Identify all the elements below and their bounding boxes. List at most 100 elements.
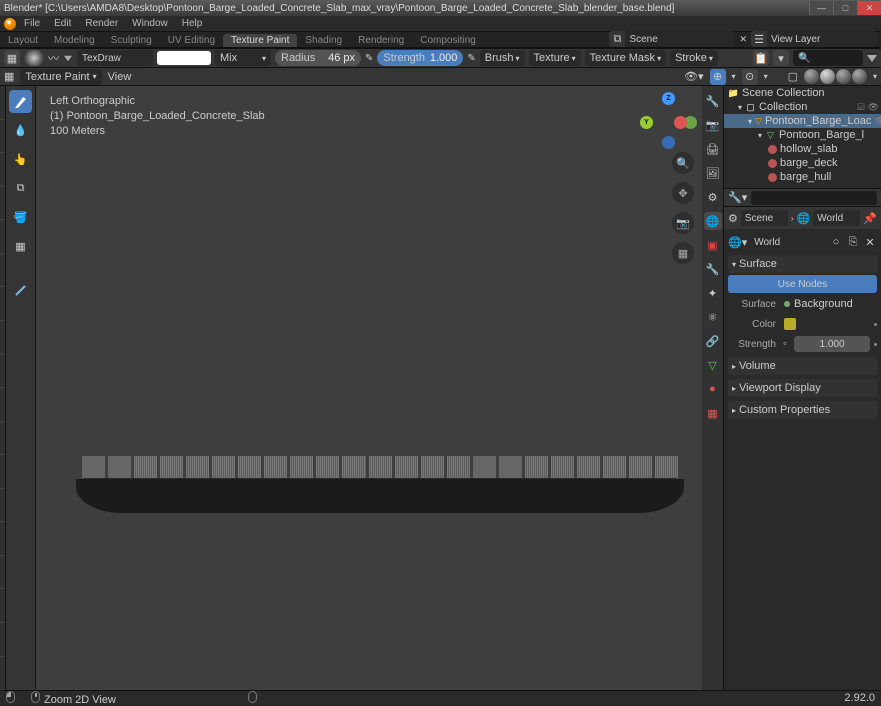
world-strength-field[interactable]: 1.000 <box>794 336 870 352</box>
outliner-editor-type-icon[interactable]: 📋 <box>753 50 769 66</box>
brush-browse-icon[interactable] <box>64 55 72 61</box>
camera-view-icon[interactable]: 📷 <box>672 212 694 234</box>
menu-edit[interactable]: Edit <box>48 18 77 29</box>
shading-material[interactable] <box>836 69 851 84</box>
tab-compositing[interactable]: Compositing <box>412 34 484 47</box>
menu-render[interactable]: Render <box>79 18 124 29</box>
outliner-collection[interactable]: Collection <box>759 101 807 113</box>
tab-shading[interactable]: Shading <box>297 34 350 47</box>
gizmo-axis-z[interactable]: Z <box>662 92 675 105</box>
tab-layout[interactable]: Layout <box>0 34 46 47</box>
radius-pen-pressure-toggle[interactable]: ✎ <box>365 53 373 64</box>
proptab-scene[interactable]: ⚙ <box>704 188 722 206</box>
texture-popover[interactable]: Texture▾ <box>529 50 581 66</box>
orbit-gizmo[interactable]: Z Y <box>640 92 696 148</box>
scene-breadcrumb[interactable]: Scene <box>741 210 788 226</box>
outliner-material[interactable]: barge_hull <box>780 171 831 183</box>
outliner-material[interactable]: barge_deck <box>780 157 838 169</box>
gizmo-axis-minusz[interactable] <box>662 136 675 149</box>
world-unlink-button[interactable]: ✕ <box>863 236 877 249</box>
shading-rendered[interactable] <box>852 69 867 84</box>
world-color-swatch[interactable] <box>780 316 870 332</box>
node-input-dot[interactable] <box>874 323 877 326</box>
visibility-toggle[interactable]: ☑ 👁 <box>857 102 879 113</box>
radius-field[interactable]: Radius46 px <box>275 50 361 66</box>
tab-uv-editing[interactable]: UV Editing <box>160 34 223 47</box>
viewlayer-icon[interactable]: ☰ <box>751 31 767 47</box>
perspective-toggle-icon[interactable]: ▦ <box>672 242 694 264</box>
brush-color-swatch[interactable] <box>157 51 211 65</box>
viewlayer-name-field[interactable]: View Layer <box>767 31 877 47</box>
outliner-object-root[interactable]: Pontoon_Barge_Loac <box>765 115 871 127</box>
outliner-filter-icon[interactable] <box>867 55 877 62</box>
world-browse-icon[interactable]: 🌐▾ <box>728 236 747 249</box>
proptab-object[interactable]: ▣ <box>704 236 722 254</box>
proptab-tool[interactable]: 🔧 <box>704 92 722 110</box>
panel-viewport-display-header[interactable]: ▸Viewport Display <box>728 379 877 397</box>
proptab-particles[interactable]: ✦ <box>704 284 722 302</box>
scene-collection[interactable]: Scene Collection <box>742 87 825 99</box>
proptab-mesh[interactable]: ▽ <box>704 356 722 374</box>
view-menu[interactable]: View <box>108 71 132 83</box>
menu-window[interactable]: Window <box>126 18 174 29</box>
outliner-material[interactable]: hollow_slab <box>780 143 837 155</box>
tab-modeling[interactable]: Modeling <box>46 34 103 47</box>
panel-surface-header[interactable]: ▾Surface <box>728 255 877 273</box>
shading-wireframe[interactable] <box>804 69 819 84</box>
proptab-output[interactable]: 🖨 <box>704 140 722 158</box>
editor-type-dropdown[interactable]: ▦ <box>4 50 20 66</box>
brush-dropdown[interactable] <box>24 50 44 66</box>
brush-name-field[interactable]: TexDraw <box>77 50 153 66</box>
zoom-gizmo-icon[interactable]: 🔍 <box>672 152 694 174</box>
world-fakeuser-button[interactable]: ○ <box>829 236 843 248</box>
stroke-popover[interactable]: Stroke▾ <box>670 50 718 66</box>
scene-remove-button[interactable]: ✕ <box>739 34 747 45</box>
tool-smear[interactable]: 👆 <box>9 148 32 171</box>
window-close-button[interactable]: ✕ <box>857 1 881 15</box>
view-object-types-dropdown[interactable]: 👁▾ <box>684 70 704 83</box>
world-breadcrumb[interactable]: World <box>813 210 860 226</box>
pin-icon[interactable]: 📌 <box>863 212 877 225</box>
blend-mode-dropdown[interactable]: Mix▾ <box>215 50 271 66</box>
outliner-display-mode-dropdown[interactable]: ▾ <box>773 50 789 66</box>
proptab-texture[interactable]: ▦ <box>704 404 722 422</box>
scene-icon[interactable]: ⧉ <box>609 31 625 47</box>
proptab-constraints[interactable]: 🔗 <box>704 332 722 350</box>
tool-clone[interactable]: ⧉ <box>9 177 32 200</box>
node-input-dot[interactable] <box>874 343 877 346</box>
proptab-modifiers[interactable]: 🔧 <box>704 260 722 278</box>
strength-pen-pressure-toggle[interactable]: ✎ <box>467 53 475 64</box>
overlays-toggle[interactable]: ⊙ <box>742 69 758 85</box>
pan-gizmo-icon[interactable]: ✥ <box>672 182 694 204</box>
tool-mask[interactable]: ▦ <box>9 235 32 258</box>
visibility-toggle[interactable]: 👁 <box>874 116 881 127</box>
3d-viewport[interactable]: Left Orthographic (1) Pontoon_Barge_Load… <box>36 86 702 690</box>
mode-dropdown[interactable]: Texture Paint▾ <box>20 69 101 85</box>
proptab-viewlayer[interactable]: 🖼 <box>704 164 722 182</box>
tool-annotate[interactable] <box>9 278 32 301</box>
menu-file[interactable]: File <box>18 18 46 29</box>
gizmo-axis-y[interactable]: Y <box>640 116 653 129</box>
tool-fill[interactable]: 🪣 <box>9 206 32 229</box>
use-nodes-button[interactable]: Use Nodes <box>728 275 877 293</box>
menu-help[interactable]: Help <box>176 18 209 29</box>
brush-popover[interactable]: Brush▾ <box>480 50 525 66</box>
panel-volume-header[interactable]: ▸Volume <box>728 357 877 375</box>
surface-shader-dropdown[interactable]: Background <box>780 296 877 312</box>
shading-solid[interactable] <box>820 69 835 84</box>
window-maximize-button[interactable]: □ <box>833 1 857 15</box>
proptab-material[interactable]: ● <box>704 380 722 398</box>
window-minimize-button[interactable]: — <box>809 1 833 15</box>
color-swatch[interactable] <box>784 318 796 330</box>
strength-field[interactable]: Strength1.000 <box>377 50 463 66</box>
outliner-search-field[interactable]: 🔍 <box>793 50 863 66</box>
properties-search-field[interactable] <box>751 191 877 205</box>
tool-draw[interactable] <box>9 90 32 113</box>
proptab-physics[interactable]: ⚛ <box>704 308 722 326</box>
show-gizmo-toggle[interactable]: ⊕ <box>710 69 726 85</box>
scene-name-field[interactable]: Scene <box>625 31 735 47</box>
tab-rendering[interactable]: Rendering <box>350 34 412 47</box>
tool-soften[interactable]: 💧 <box>9 119 32 142</box>
proptab-render[interactable]: 📷 <box>704 116 722 134</box>
xray-toggle[interactable]: ▢ <box>788 70 798 83</box>
